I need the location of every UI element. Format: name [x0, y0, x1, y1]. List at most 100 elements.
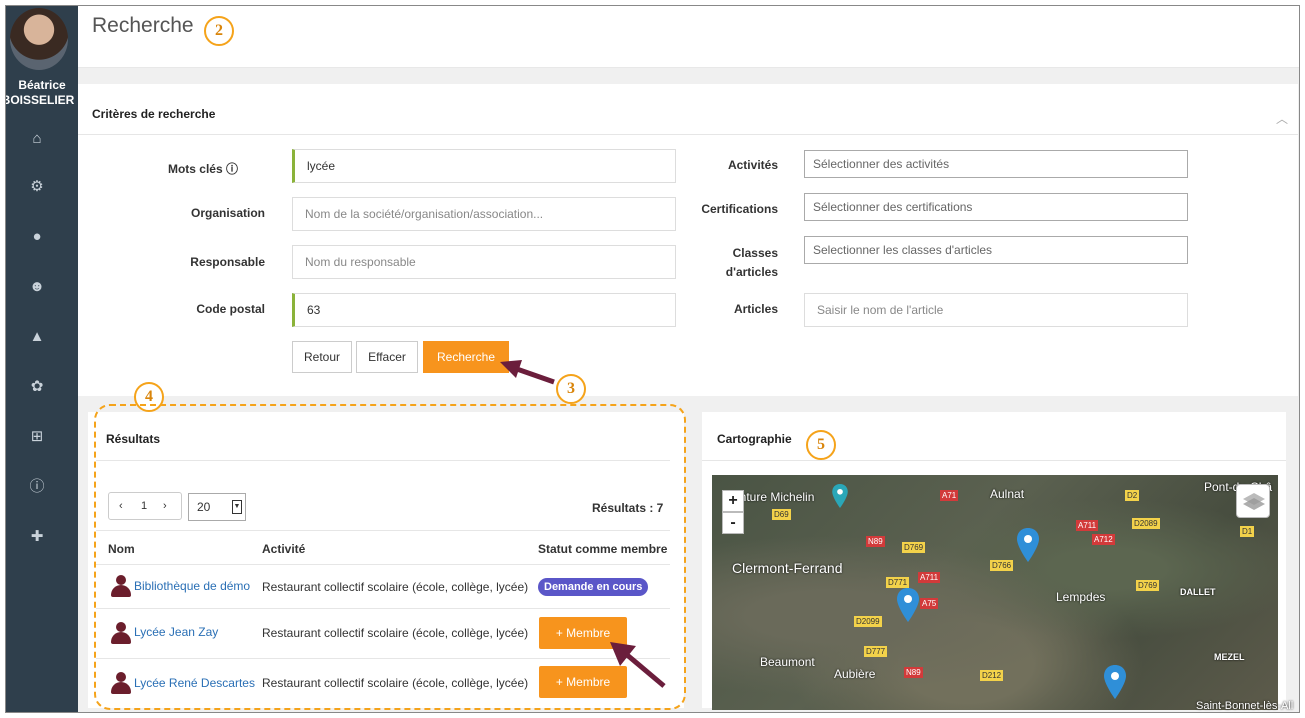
- road-tag: A75: [920, 598, 939, 609]
- map-label: Lempdes: [1056, 590, 1106, 604]
- map-label: enture Michelin: [733, 490, 815, 504]
- organisation-input[interactable]: Nom de la société/organisation/associati…: [292, 197, 676, 231]
- users-icon[interactable]: ☻: [6, 278, 68, 296]
- result-name-link[interactable]: Bibliothèque de démo: [134, 579, 250, 593]
- cart-icon[interactable]: ⊞: [6, 428, 68, 446]
- certifications-label: Certifications: [701, 202, 778, 216]
- result-activity: Restaurant collectif scolaire (école, co…: [262, 626, 529, 640]
- result-activity: Restaurant collectif scolaire (école, co…: [262, 676, 529, 690]
- map-marker-icon[interactable]: [1017, 528, 1039, 562]
- bell-icon[interactable]: ▲: [6, 328, 68, 346]
- road-tag: A71: [940, 490, 959, 501]
- chevron-up-icon[interactable]: ︿: [1276, 110, 1288, 127]
- road-tag: D769: [902, 542, 926, 553]
- road-tag: N89: [904, 667, 923, 678]
- criteria-separator: [78, 134, 1298, 135]
- add-user-icon[interactable]: ✚: [6, 528, 68, 546]
- map-label: Beaumont: [760, 655, 815, 669]
- page-number[interactable]: 1: [141, 493, 147, 519]
- table-row-divider: [96, 658, 670, 659]
- map-separator: [702, 460, 1286, 461]
- map-label: Clermont-Ferrand: [732, 560, 843, 576]
- articles-input[interactable]: Saisir le nom de l'article: [804, 293, 1188, 327]
- road-tag: D769: [1136, 580, 1160, 591]
- user-first-name: Béatrice: [18, 78, 66, 92]
- map-marker-icon[interactable]: [897, 588, 919, 622]
- keywords-input[interactable]: lycée: [292, 149, 676, 183]
- user-last-name: BOISSELIER: [5, 93, 75, 107]
- activities-label: Activités: [727, 158, 778, 172]
- status-badge: Demande en cours: [538, 578, 649, 596]
- gears-icon[interactable]: ⚙: [6, 178, 68, 196]
- manager-label: Responsable: [190, 255, 265, 269]
- annotation-5: 5: [806, 430, 836, 460]
- map-label: DALLET: [1180, 587, 1216, 597]
- road-tag: A711: [918, 572, 941, 583]
- manager-input[interactable]: Nom du responsable: [292, 245, 676, 279]
- table-divider: [96, 530, 670, 531]
- dropdown-arrow-icon: ▼: [232, 500, 242, 514]
- table-row-divider: [96, 608, 670, 609]
- prev-page-button[interactable]: ‹: [119, 493, 123, 519]
- article-classes-select[interactable]: Selectionner les classes d'articles: [804, 236, 1188, 264]
- results-title: Résultats: [106, 432, 161, 446]
- results-count: Résultats : 7: [592, 501, 664, 515]
- person-icon: [110, 622, 131, 644]
- zoom-out-button[interactable]: -: [722, 512, 744, 534]
- annotation-arrow: [610, 642, 666, 688]
- clear-button[interactable]: Effacer: [356, 341, 418, 373]
- map-label: Aubière: [834, 667, 876, 681]
- annotation-arrow-3: [500, 360, 555, 385]
- annotation-3: 3: [556, 374, 586, 404]
- postal-code-label: Code postal: [196, 302, 265, 316]
- postal-code-input[interactable]: 63: [292, 293, 676, 327]
- road-tag: D2: [1125, 490, 1140, 501]
- result-activity: Restaurant collectif scolaire (école, co…: [262, 580, 529, 594]
- road-tag: N89: [866, 536, 885, 547]
- results-separator: [96, 460, 670, 461]
- result-name-link[interactable]: Lycée Jean Zay: [134, 625, 218, 639]
- road-tag: D1: [1240, 526, 1255, 537]
- person-icon: [110, 575, 131, 597]
- next-page-button[interactable]: ›: [163, 493, 167, 519]
- info-icon[interactable]: ⓘ: [6, 478, 68, 496]
- organisation-label: Organisation: [190, 206, 265, 220]
- avatar[interactable]: [10, 8, 68, 70]
- map-marker-icon[interactable]: [1104, 665, 1126, 699]
- road-tag: D777: [864, 646, 888, 657]
- map-title: Cartographie: [717, 432, 792, 446]
- road-tag: A712: [1092, 534, 1115, 545]
- page-title: Recherche: [92, 14, 194, 37]
- layers-icon: [1243, 493, 1265, 510]
- page-header: Recherche: [78, 6, 1299, 68]
- annotation-2: 2: [204, 16, 234, 46]
- search-button[interactable]: Recherche: [423, 341, 509, 373]
- articles-label: Articles: [733, 302, 778, 316]
- activities-select[interactable]: Sélectionner des activités: [804, 150, 1188, 178]
- article-classes-label: Classes d'articles: [725, 246, 778, 279]
- pagination: ‹ 1 ›: [108, 492, 182, 520]
- road-tag: D771: [886, 577, 910, 588]
- keywords-label: Mots clés ⓘ: [167, 162, 238, 176]
- road-tag: D212: [980, 670, 1004, 681]
- back-button[interactable]: Retour: [292, 341, 352, 373]
- road-tag: D2099: [854, 616, 882, 627]
- info-icon: ⓘ: [225, 162, 238, 176]
- results-highlight: [94, 404, 686, 710]
- handshake-icon[interactable]: ✿: [6, 378, 68, 396]
- criteria-title: Critères de recherche: [92, 107, 216, 121]
- layers-button[interactable]: [1236, 484, 1270, 518]
- page-size-select[interactable]: 20 ▼: [188, 493, 246, 521]
- road-tag: D2089: [1132, 518, 1160, 529]
- map-label: Saint-Bonnet-lès-All: [1196, 700, 1294, 712]
- chat-icon[interactable]: ●: [6, 228, 68, 246]
- person-icon: [110, 672, 131, 694]
- road-tag: D766: [990, 560, 1014, 571]
- map-label: MEZEL: [1214, 652, 1245, 662]
- result-name-link[interactable]: Lycée René Descartes: [134, 676, 255, 690]
- zoom-in-button[interactable]: +: [722, 490, 744, 512]
- certifications-select[interactable]: Sélectionner des certifications: [804, 193, 1188, 221]
- poi-marker-icon[interactable]: [832, 484, 848, 508]
- home-icon[interactable]: ⌂: [6, 130, 68, 148]
- table-divider: [96, 564, 670, 565]
